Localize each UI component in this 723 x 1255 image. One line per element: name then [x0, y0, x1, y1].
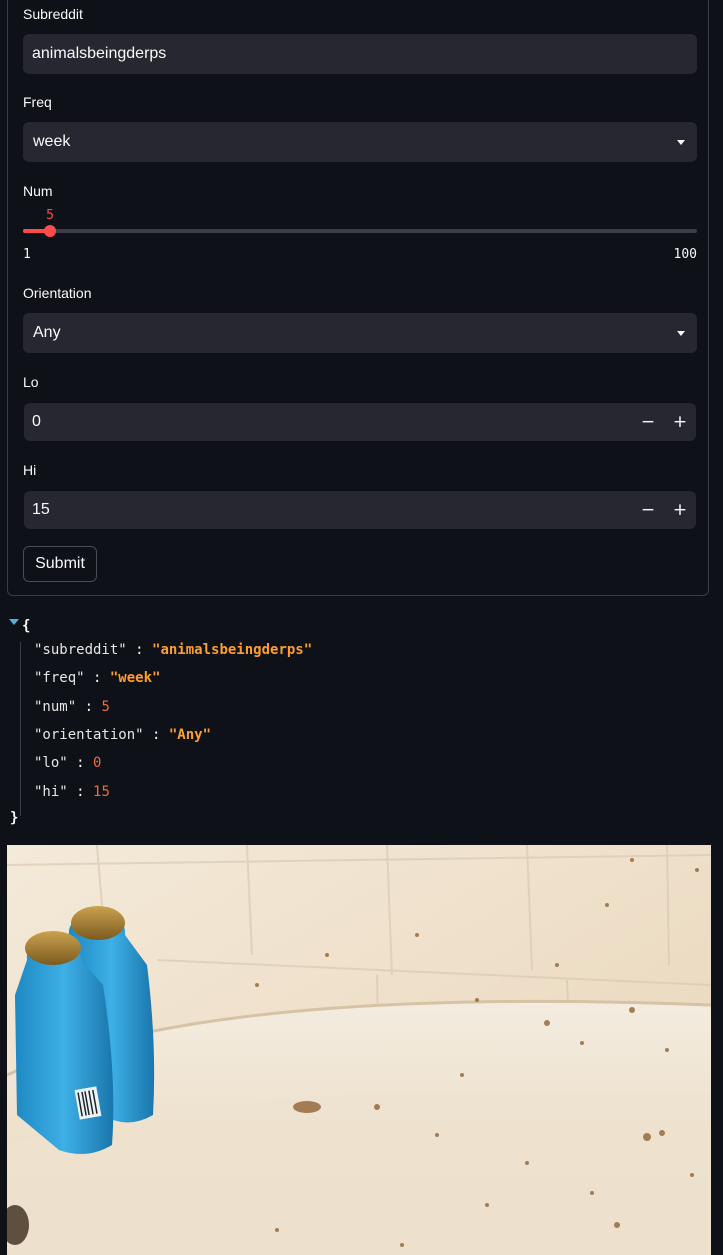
- json-value: 15: [93, 784, 110, 800]
- hi-label: Hi: [23, 462, 37, 478]
- freq-label: Freq: [23, 94, 52, 110]
- subreddit-input-value: animalsbeingderps: [32, 45, 167, 62]
- json-key: "hi": [34, 784, 68, 800]
- freq-select[interactable]: week: [23, 122, 697, 162]
- hi-number-input[interactable]: 15 − +: [24, 491, 696, 529]
- json-separator: :: [67, 784, 94, 800]
- json-separator: :: [126, 642, 153, 658]
- json-indent-guide: [20, 642, 21, 816]
- json-separator: :: [67, 755, 94, 771]
- json-key: "num": [34, 699, 77, 715]
- num-slider-min: 1: [23, 247, 31, 262]
- hi-increment-button[interactable]: +: [664, 491, 696, 529]
- json-entry: "hi" : 15: [34, 784, 110, 800]
- json-key: "freq": [34, 670, 85, 686]
- json-value: "week": [109, 670, 161, 686]
- hi-input-value: 15: [32, 501, 50, 518]
- lo-label: Lo: [23, 374, 39, 390]
- json-separator: :: [76, 699, 102, 715]
- json-value: 0: [93, 755, 102, 771]
- hi-decrement-button[interactable]: −: [632, 491, 664, 529]
- json-entry: "subreddit" : "animalsbeingderps": [34, 642, 312, 658]
- num-label: Num: [23, 183, 53, 199]
- chevron-down-icon: [677, 331, 685, 336]
- result-image: [7, 845, 711, 1255]
- freq-select-value: week: [33, 133, 71, 150]
- lo-number-input[interactable]: 0 − +: [24, 403, 696, 441]
- json-key: "lo": [34, 755, 68, 771]
- caret-down-icon[interactable]: [9, 619, 19, 625]
- orientation-select-value: Any: [33, 324, 61, 341]
- orientation-label: Orientation: [23, 285, 92, 301]
- chevron-down-icon: [677, 140, 685, 145]
- json-close-brace: }: [10, 810, 19, 826]
- subreddit-input[interactable]: animalsbeingderps: [23, 34, 697, 74]
- orientation-select[interactable]: Any: [23, 313, 697, 353]
- num-slider-track[interactable]: [23, 225, 697, 237]
- lo-increment-button[interactable]: +: [664, 403, 696, 441]
- num-slider-value: 5: [46, 208, 54, 223]
- json-value: "Any": [168, 727, 212, 743]
- num-slider-max: 100: [673, 247, 697, 262]
- json-value: "animalsbeingderps": [152, 642, 313, 658]
- json-entry: "orientation" : "Any": [34, 727, 211, 743]
- json-key: "subreddit": [34, 642, 127, 658]
- json-open-brace: {: [22, 618, 31, 634]
- json-entry: "num" : 5: [34, 699, 110, 715]
- num-slider-thumb[interactable]: [44, 225, 56, 237]
- json-separator: :: [84, 670, 110, 686]
- json-entry: "freq" : "week": [34, 670, 160, 686]
- json-key: "orientation": [34, 727, 144, 743]
- lo-decrement-button[interactable]: −: [632, 403, 664, 441]
- bathtub-photo: [7, 845, 711, 1255]
- json-value: 5: [101, 699, 110, 715]
- submit-button[interactable]: Submit: [23, 546, 97, 582]
- json-separator: :: [143, 727, 169, 743]
- subreddit-label: Subreddit: [23, 6, 83, 22]
- json-entry: "lo" : 0: [34, 755, 101, 771]
- lo-input-value: 0: [32, 413, 41, 430]
